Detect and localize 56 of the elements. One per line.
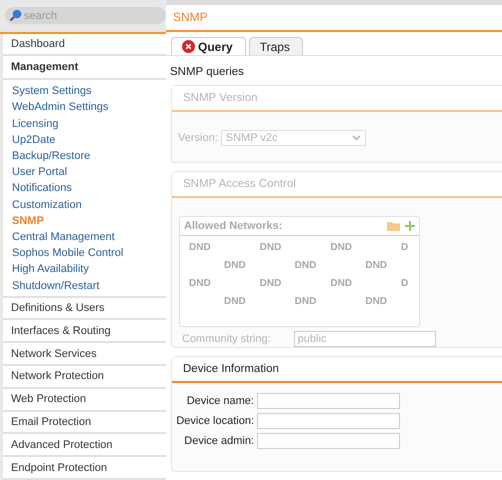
nav-subitem[interactable]: Backup/Restore <box>3 148 166 164</box>
dnd-hint: DND <box>224 296 246 309</box>
dnd-hint: DND <box>365 296 388 309</box>
tab[interactable]: Traps <box>248 37 303 55</box>
panel-header: SNMP Access Control <box>172 172 502 198</box>
dnd-hint: DND <box>330 242 352 255</box>
field-label: Device location: <box>175 415 254 427</box>
search-field[interactable]: search <box>5 7 166 24</box>
field-label: Device name: <box>186 395 254 407</box>
dnd-hint: DND <box>330 278 352 291</box>
list-title: Allowed Networks: <box>184 220 282 232</box>
field-label: Community string: <box>182 333 271 345</box>
nav-subitem[interactable]: Up2Date <box>3 132 166 148</box>
text-field[interactable] <box>257 433 400 449</box>
nav-subitem[interactable]: Shutdown/Restart <box>3 278 166 294</box>
section-title: SNMP queries <box>170 66 244 78</box>
dnd-hint: DND <box>260 242 282 255</box>
nav-item[interactable]: Email Protection <box>3 412 166 434</box>
nav-subitem[interactable]: Customization <box>3 196 166 213</box>
nav-subitem[interactable]: Notifications <box>3 180 166 197</box>
dnd-hint: DND <box>224 260 246 273</box>
nav-item[interactable]: Endpoint Protection <box>3 457 166 480</box>
plus-icon[interactable] <box>405 221 415 231</box>
nav-subitem[interactable]: Licensing <box>3 116 166 132</box>
text-field[interactable] <box>257 393 400 409</box>
nav-subitem[interactable]: User Portal <box>3 164 166 180</box>
field-label: Device admin: <box>183 435 254 447</box>
nav-subitem[interactable]: System Settings <box>3 83 166 100</box>
nav-item[interactable]: Interfaces & Routing <box>3 320 166 344</box>
tab[interactable]: Query <box>171 37 246 55</box>
nav-item[interactable]: Web Protection <box>3 388 166 412</box>
nav-subitem[interactable]: High Availability <box>3 261 166 278</box>
panel-header: Device Information <box>172 357 502 383</box>
dnd-hint: DND <box>260 278 282 291</box>
text-field[interactable] <box>257 413 400 429</box>
panel-header: SNMP Version <box>172 86 502 112</box>
dnd-hint: DND <box>294 296 316 309</box>
dnd-hint: D <box>401 278 408 291</box>
chevron-icon <box>352 135 361 141</box>
page-title: SNMP <box>166 5 502 32</box>
nav-subitem[interactable]: Sophos Mobile Control <box>3 245 166 262</box>
dnd-hint: D <box>401 242 408 255</box>
nav-subitem[interactable]: WebAdmin Settings <box>3 99 166 116</box>
dnd-hint: DND <box>365 260 388 273</box>
nav-item[interactable]: Network Protection <box>3 366 166 389</box>
field-label: Version: <box>178 132 218 144</box>
dnd-hint: DND <box>189 278 211 291</box>
nav-item[interactable]: Definitions & Users <box>3 298 166 320</box>
nav-item[interactable]: Network Services <box>3 343 166 366</box>
dnd-hint: DND <box>294 260 316 273</box>
nav-item[interactable]: Advanced Protection <box>3 434 166 458</box>
dnd-hint: DND <box>189 242 211 255</box>
nav-subitem[interactable]: Central Management <box>3 228 166 246</box>
nav-item[interactable]: Management <box>3 56 166 80</box>
nav-item[interactable]: Dashboard <box>3 34 166 56</box>
folder-icon[interactable] <box>387 221 400 231</box>
